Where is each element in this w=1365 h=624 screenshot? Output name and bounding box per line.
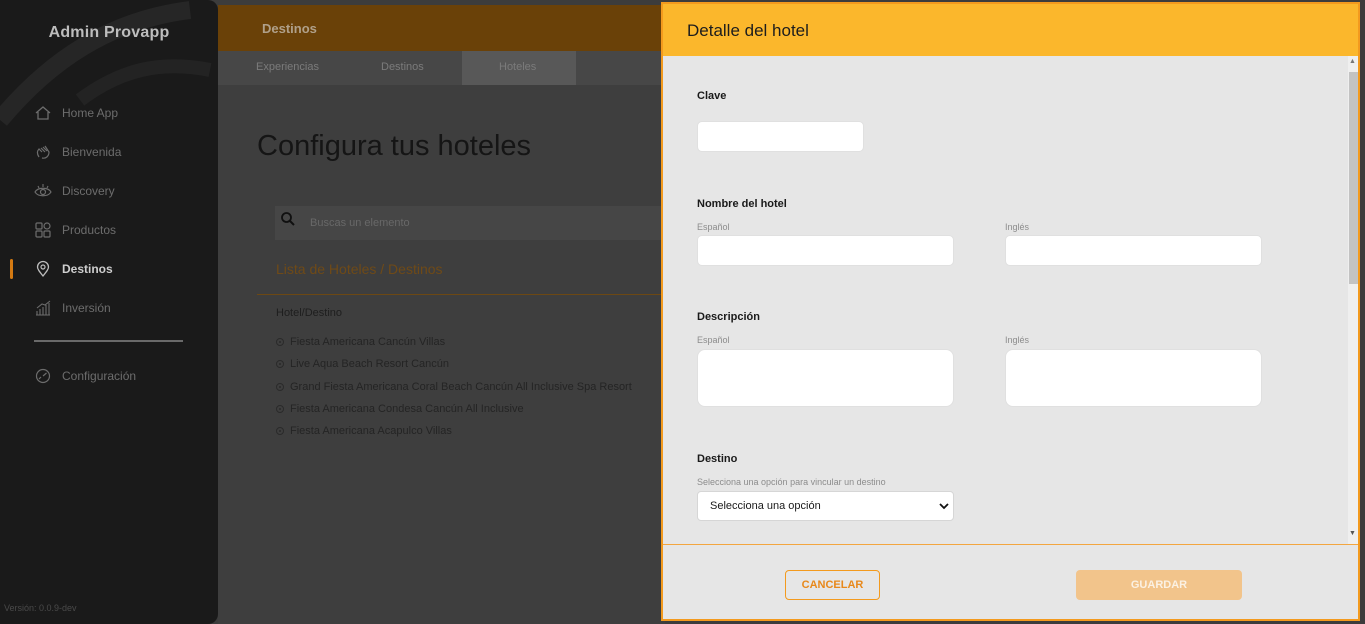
scroll-up-arrow-icon[interactable]: ▲ <box>1349 58 1356 65</box>
scroll-down-arrow-icon[interactable]: ▼ <box>1349 530 1356 537</box>
gauge-icon <box>34 367 52 385</box>
list-item[interactable]: Fiesta Americana Acapulco Villas <box>276 425 452 437</box>
eye-icon <box>34 182 52 200</box>
modal-header: Detalle del hotel <box>663 4 1358 56</box>
page-title: Configura tus hoteles <box>257 130 532 162</box>
sidebar-item-inversion[interactable]: Inversión <box>34 296 111 320</box>
sidebar-item-label: Bienvenida <box>62 145 122 159</box>
list-item-label: Fiesta Americana Condesa Cancún All Incl… <box>290 403 524 415</box>
modal-body: Clave Nombre del hotel Español Inglés De… <box>663 56 1358 544</box>
chevron-down-icon <box>939 501 949 514</box>
sidebar-item-productos[interactable]: Productos <box>34 218 116 242</box>
destino-label: Destino <box>697 453 738 465</box>
sidebar-item-label: Destinos <box>62 262 113 276</box>
list-item-label: Fiesta Americana Acapulco Villas <box>290 425 452 437</box>
hotel-detail-modal: Detalle del hotel Clave Nombre del hotel… <box>661 2 1360 621</box>
expand-icon[interactable] <box>276 427 284 435</box>
save-button[interactable]: GUARDAR <box>1076 570 1242 600</box>
modal-title: Detalle del hotel <box>687 21 809 40</box>
sidebar-item-label: Configuración <box>62 369 137 383</box>
app-version: Versión: 0.0.9-dev <box>4 603 77 613</box>
sidebar-divider <box>34 340 183 342</box>
list-item-label: Live Aqua Beach Resort Cancún <box>290 358 449 370</box>
tab-destinos[interactable]: Destinos <box>381 61 424 73</box>
brand-title: Admin Provapp <box>48 24 170 41</box>
list-title: Lista de Hoteles / Destinos <box>276 261 443 277</box>
nombre-en-label: Inglés <box>1005 222 1030 232</box>
expand-icon[interactable] <box>276 360 284 368</box>
expand-icon[interactable] <box>276 383 284 391</box>
expand-icon[interactable] <box>276 405 284 413</box>
modal-footer-divider <box>663 544 1358 545</box>
descripcion-label: Descripción <box>697 311 760 323</box>
destino-selected-value: Selecciona una opción <box>710 500 821 512</box>
sidebar-item-bienvenida[interactable]: Bienvenida <box>34 140 121 164</box>
sidebar: Admin Provapp Home App Bienvenida Discov… <box>0 0 218 624</box>
column-header: Hotel/Destino <box>276 307 343 319</box>
search-icon <box>279 210 297 231</box>
sidebar-item-home-app[interactable]: Home App <box>34 101 118 125</box>
hand-wave-icon <box>34 143 52 161</box>
list-item-label: Fiesta Americana Cancún Villas <box>290 336 446 348</box>
modal-scrollbar-thumb[interactable] <box>1349 72 1358 284</box>
location-pin-icon <box>34 260 52 278</box>
sidebar-item-label: Home App <box>62 106 119 120</box>
sidebar-item-label: Discovery <box>62 184 115 198</box>
destino-select[interactable]: Selecciona una opción <box>697 491 954 521</box>
clave-label: Clave <box>697 90 727 102</box>
descripcion-es-label: Español <box>697 335 730 345</box>
sidebar-item-configuracion[interactable]: Configuración <box>34 364 136 388</box>
sidebar-item-label: Inversión <box>62 301 111 315</box>
list-item[interactable]: Live Aqua Beach Resort Cancún <box>276 358 449 370</box>
list-item-label: Grand Fiesta Americana Coral Beach Cancú… <box>290 381 632 393</box>
main-content: Configura tus hoteles Buscas un elemento… <box>218 85 675 624</box>
sidebar-item-label: Productos <box>62 223 117 237</box>
cancel-button[interactable]: CANCELAR <box>785 570 880 600</box>
nombre-en-input[interactable] <box>1005 235 1262 266</box>
list-item[interactable]: Fiesta Americana Cancún Villas <box>276 336 445 348</box>
nombre-es-input[interactable] <box>697 235 954 266</box>
chart-bar-icon <box>34 299 52 317</box>
destino-help-text: Selecciona una opción para vincular un d… <box>697 477 886 487</box>
home-icon <box>34 104 52 122</box>
list-item[interactable]: Fiesta Americana Condesa Cancún All Incl… <box>276 403 524 415</box>
tab-bar: Experiencias Destinos Hoteles <box>218 51 665 85</box>
descripcion-es-textarea[interactable] <box>697 349 954 407</box>
clave-input[interactable] <box>697 121 864 152</box>
tab-hoteles[interactable]: Hoteles <box>499 61 536 73</box>
list-item[interactable]: Grand Fiesta Americana Coral Beach Cancú… <box>276 381 632 393</box>
descripcion-en-textarea[interactable] <box>1005 349 1262 407</box>
sidebar-item-discovery[interactable]: Discovery <box>34 179 115 203</box>
expand-icon[interactable] <box>276 338 284 346</box>
topbar: Destinos <box>218 5 665 51</box>
nombre-label: Nombre del hotel <box>697 198 787 210</box>
descripcion-en-label: Inglés <box>1005 335 1030 345</box>
search-input[interactable]: Buscas un elemento <box>310 217 410 229</box>
search-bar[interactable]: Buscas un elemento <box>275 206 675 240</box>
nombre-es-label: Español <box>697 222 730 232</box>
tab-experiencias[interactable]: Experiencias <box>256 61 319 73</box>
list-divider <box>257 294 667 295</box>
grid-icon <box>34 221 52 239</box>
sidebar-item-destinos[interactable]: Destinos <box>10 257 113 281</box>
section-title: Destinos <box>262 21 317 36</box>
